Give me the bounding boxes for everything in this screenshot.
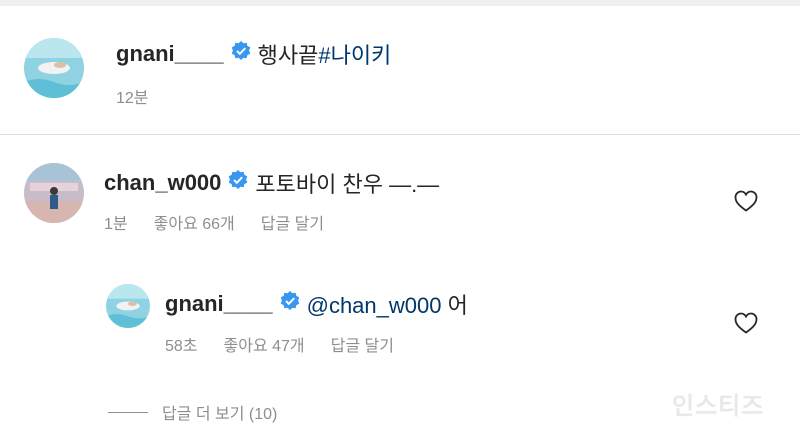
reply-mention[interactable]: @chan_w000: [307, 293, 442, 318]
caption-divider: [0, 134, 800, 135]
view-more-label[interactable]: 답글 더 보기 (10): [162, 400, 277, 424]
watermark-logo: 인스티즈: [672, 393, 765, 420]
comment-reply-button[interactable]: 답글 달기: [261, 210, 324, 234]
reply-username[interactable]: gnani____: [165, 291, 273, 317]
view-more-dash: [108, 411, 148, 413]
view-more-replies[interactable]: 답글 더 보기 (10): [108, 400, 277, 424]
reply-likes[interactable]: 좋아요 47개: [224, 332, 305, 356]
reply-avatar[interactable]: [106, 284, 150, 328]
top-separator: [0, 0, 800, 6]
comment-username[interactable]: chan_w000: [104, 170, 221, 196]
heart-outline-icon[interactable]: [734, 190, 758, 212]
reply-time: 58초: [165, 338, 198, 355]
caption-line: gnani____ 행사끝#나이키: [116, 38, 391, 70]
comment-line: chan_w000 포토바이 찬우 —.—: [104, 167, 439, 199]
caption-username[interactable]: gnani____: [116, 41, 224, 67]
verified-badge-icon: [231, 41, 251, 67]
comment-meta: 1분 좋아요 66개 답글 달기: [104, 210, 324, 234]
comment-text: 포토바이 찬우 —.—: [255, 172, 440, 197]
caption-avatar[interactable]: [24, 38, 84, 98]
reply-body: 어: [447, 293, 468, 318]
comment-time: 1분: [104, 216, 128, 233]
caption-text: 행사끝#나이키: [258, 38, 392, 70]
verified-badge-icon: [228, 170, 248, 196]
reply-meta: 58초 좋아요 47개 답글 달기: [165, 332, 394, 356]
reply-text: @chan_w000 어: [307, 288, 468, 320]
caption-time: 12분: [116, 90, 149, 107]
verified-badge-icon: [280, 291, 300, 317]
comment-likes[interactable]: 좋아요 66개: [154, 210, 235, 234]
caption-hashtag[interactable]: #나이키: [318, 43, 391, 68]
comment-avatar[interactable]: [24, 163, 84, 223]
reply-reply-button[interactable]: 답글 달기: [331, 332, 394, 356]
heart-outline-icon[interactable]: [734, 312, 758, 334]
caption-body: 행사끝: [257, 43, 319, 68]
caption-meta: 12분: [116, 84, 149, 108]
reply-line: gnani____ @chan_w000 어: [165, 288, 468, 320]
